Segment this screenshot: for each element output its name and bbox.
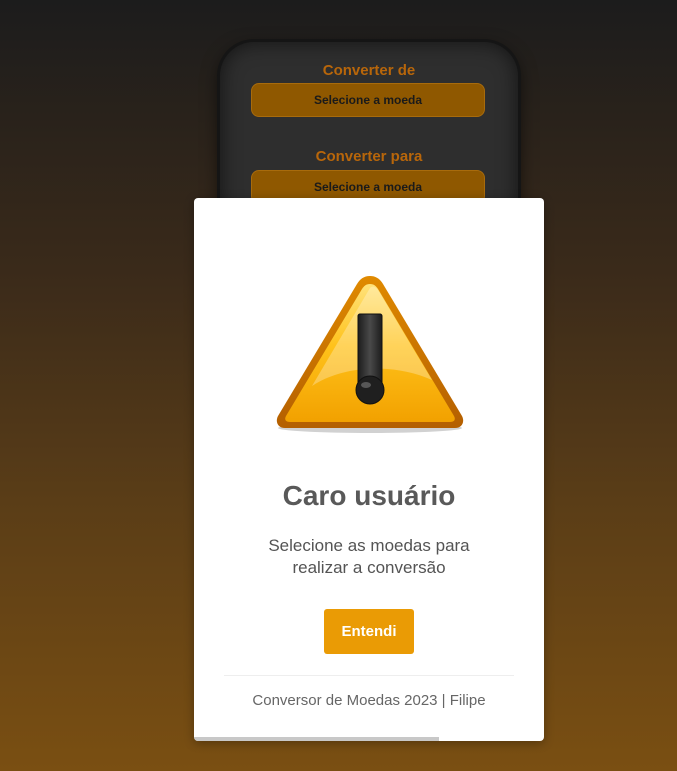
convert-from-select[interactable]: Selecione a moeda: [251, 83, 485, 117]
modal-message-line-2: realizar a conversão: [292, 558, 446, 577]
convert-from-label: Converter de: [322, 62, 416, 79]
modal-message: Selecione as moedas para realizar a conv…: [234, 535, 504, 579]
footer-divider: [224, 675, 514, 676]
modal-message-line-1: Selecione as moedas para: [268, 536, 470, 555]
warning-icon: [276, 276, 464, 433]
convert-to-label: Converter para: [315, 148, 423, 165]
modal-footer: Conversor de Moedas 2023 | Filipe: [252, 692, 486, 709]
modal-title: Caro usuário: [282, 480, 456, 511]
confirm-button[interactable]: Entendi: [324, 609, 414, 654]
timer-progress-bar: [194, 737, 439, 741]
alert-modal: Caro usuário Selecione as moedas para re…: [194, 198, 544, 741]
